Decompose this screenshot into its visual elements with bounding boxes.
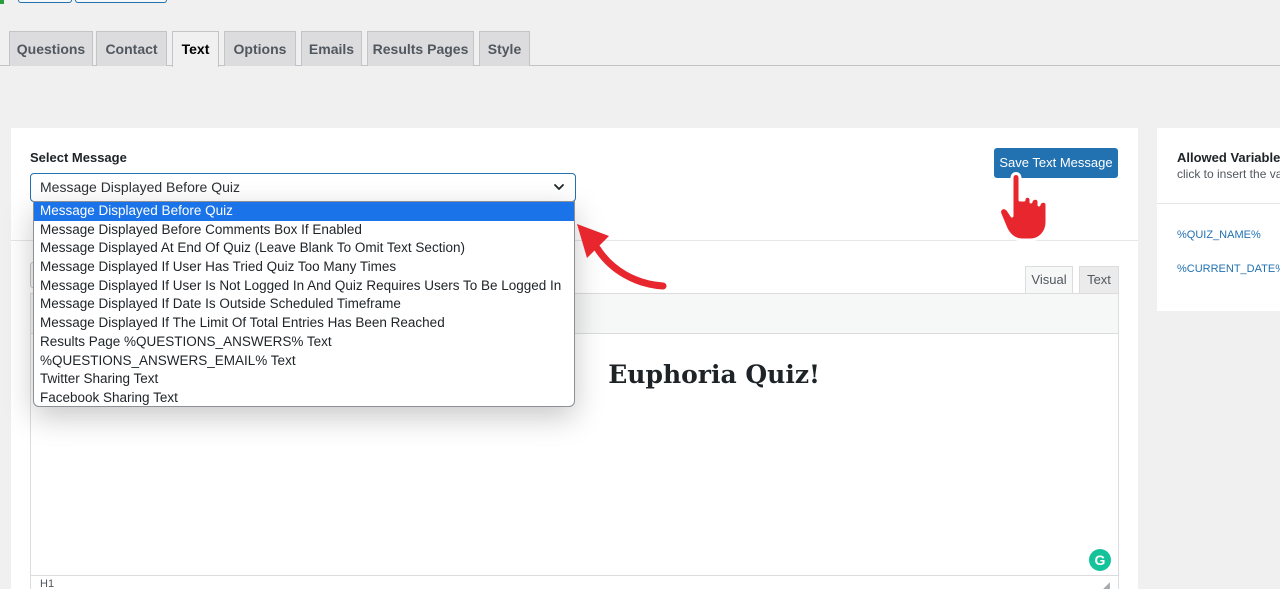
- option-not-logged-in[interactable]: Message Displayed If User Is Not Logged …: [34, 277, 574, 296]
- red-arrow-icon: [577, 224, 667, 290]
- allowed-variables-divider: [1157, 203, 1280, 204]
- option-results-page-text[interactable]: Results Page %QUESTIONS_ANSWERS% Text: [34, 333, 574, 352]
- select-message-value: Message Displayed Before Quiz: [40, 179, 240, 195]
- allowed-variables-subtitle: click to insert the variable: [1177, 167, 1280, 181]
- tab-results-pages[interactable]: Results Pages: [367, 31, 474, 66]
- quiz-settings-tabs: Questions Contact Text Options Emails Re…: [0, 31, 1280, 67]
- editor-tab-text[interactable]: Text: [1079, 266, 1119, 294]
- option-tried-too-many-times[interactable]: Message Displayed If User Has Tried Quiz…: [34, 258, 574, 277]
- tab-options[interactable]: Options: [224, 31, 296, 66]
- select-message-label: Select Message: [30, 150, 127, 165]
- variable-current-date[interactable]: %CURRENT_DATE%: [1177, 263, 1280, 275]
- resize-handle-icon[interactable]: ◢: [1103, 580, 1110, 589]
- editor-status-path: H1: [30, 575, 1119, 589]
- tab-emails[interactable]: Emails: [301, 31, 362, 66]
- top-button-1[interactable]: [18, 0, 72, 3]
- variable-quiz-name[interactable]: %QUIZ_NAME%: [1177, 229, 1261, 241]
- tab-style[interactable]: Style: [479, 31, 530, 66]
- chevron-down-icon: [554, 184, 564, 190]
- select-message-options: Message Displayed Before Quiz Message Di…: [33, 201, 575, 407]
- option-outside-timeframe[interactable]: Message Displayed If Date Is Outside Sch…: [34, 295, 574, 314]
- option-before-comments-box[interactable]: Message Displayed Before Comments Box If…: [34, 221, 574, 240]
- allowed-variables-title: Allowed Variables: [1177, 150, 1280, 165]
- tab-text[interactable]: Text: [172, 31, 219, 67]
- top-button-2[interactable]: [75, 0, 167, 3]
- top-toolbar-remnant: [0, 0, 170, 4]
- tab-questions[interactable]: Questions: [9, 31, 93, 66]
- grammarly-icon[interactable]: G: [1089, 549, 1111, 571]
- status-indicator: [0, 0, 4, 4]
- tab-contact[interactable]: Contact: [96, 31, 167, 66]
- option-facebook-sharing[interactable]: Facebook Sharing Text: [34, 389, 574, 408]
- option-end-of-quiz[interactable]: Message Displayed At End Of Quiz (Leave …: [34, 239, 574, 258]
- option-message-before-quiz[interactable]: Message Displayed Before Quiz: [34, 202, 574, 221]
- pointing-hand-icon: [998, 172, 1049, 242]
- editor-tab-visual[interactable]: Visual: [1025, 266, 1073, 294]
- option-entries-limit-reached[interactable]: Message Displayed If The Limit Of Total …: [34, 314, 574, 333]
- option-twitter-sharing[interactable]: Twitter Sharing Text: [34, 370, 574, 389]
- select-message-dropdown[interactable]: Message Displayed Before Quiz: [30, 173, 576, 202]
- option-questions-answers-email[interactable]: %QUESTIONS_ANSWERS_EMAIL% Text: [34, 352, 574, 371]
